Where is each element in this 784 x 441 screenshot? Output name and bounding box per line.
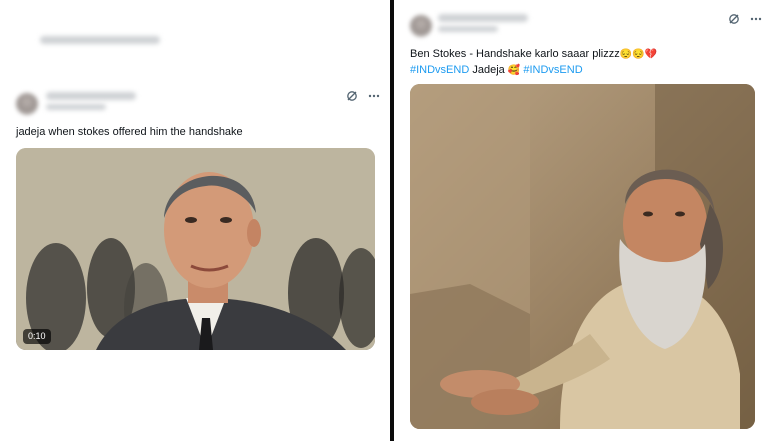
right-tweet-panel: Ben Stokes - Handshake karlo saaar plizz…	[394, 0, 784, 441]
grok-icon[interactable]	[728, 13, 740, 25]
left-tweet-actions	[346, 90, 380, 102]
right-tweet-image[interactable]	[410, 84, 755, 429]
grok-icon[interactable]	[346, 90, 358, 102]
blurred-previous-tweet	[40, 36, 160, 44]
sad-emoji: 😔😔💔	[619, 49, 658, 60]
right-author-name-blurred[interactable]	[438, 14, 528, 22]
right-tweet-text-line1: Ben Stokes - Handshake karlo saaar plizz…	[410, 46, 657, 63]
hashtag-link[interactable]: #INDvsEND	[410, 64, 469, 76]
right-tweet-text: Ben Stokes - Handshake karlo saaar plizz…	[410, 48, 620, 60]
left-author-avatar[interactable]	[16, 93, 38, 115]
left-tweet-panel: jadeja when stokes offered him the hands…	[0, 0, 390, 441]
more-icon[interactable]	[368, 90, 380, 102]
right-author-handle-blurred	[438, 26, 498, 32]
hashtag-link[interactable]: #INDvsEND	[523, 64, 582, 76]
left-tweet-video[interactable]	[16, 148, 375, 350]
right-tweet-text-line2: #INDvsEND Jadeja 🥰 #INDvsEND	[410, 62, 583, 79]
left-tweet-text: jadeja when stokes offered him the hands…	[16, 126, 243, 138]
right-author-avatar[interactable]	[410, 15, 432, 37]
right-tweet-actions	[728, 13, 762, 25]
mention-text: Jadeja	[472, 64, 505, 76]
video-frame-illustration	[16, 148, 375, 350]
left-author-handle-blurred	[46, 104, 106, 110]
beggar-photo-illustration	[410, 84, 755, 429]
left-author-name-blurred[interactable]	[46, 92, 136, 100]
smiling-hearts-emoji: 🥰	[507, 65, 521, 76]
video-duration-badge: 0:10	[23, 329, 51, 344]
more-icon[interactable]	[750, 13, 762, 25]
